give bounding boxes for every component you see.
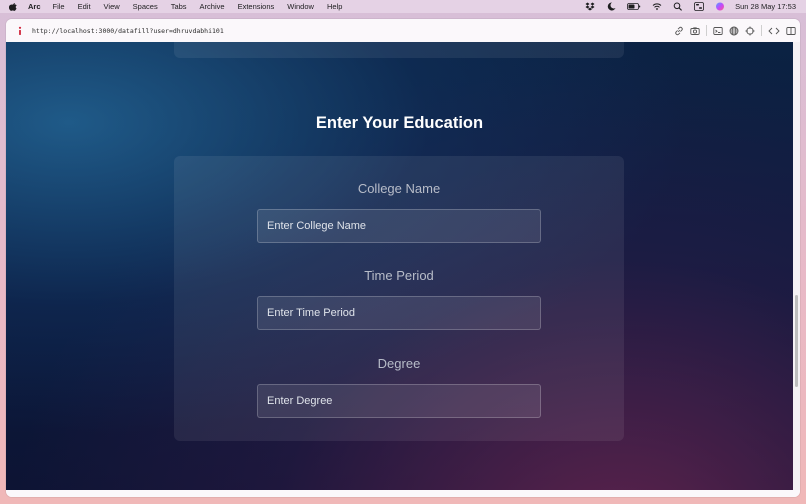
wifi-icon[interactable] xyxy=(652,2,662,11)
toolbar-divider xyxy=(761,25,762,36)
previous-section-card xyxy=(174,42,624,58)
dropbox-icon[interactable] xyxy=(585,2,595,11)
degree-input[interactable] xyxy=(257,384,541,418)
toolbar-divider xyxy=(706,25,707,36)
spotlight-search-icon[interactable] xyxy=(673,2,683,11)
macos-menu-bar: Arc File Edit View Spaces Tabs Archive E… xyxy=(0,0,806,13)
menubar-clock[interactable]: Sun 28 May 17:53 xyxy=(735,2,796,11)
menu-extensions[interactable]: Extensions xyxy=(238,2,275,11)
menu-help[interactable]: Help xyxy=(327,2,342,11)
menu-tabs[interactable]: Tabs xyxy=(171,2,187,11)
browser-toolbar xyxy=(668,19,796,42)
menu-edit[interactable]: Edit xyxy=(78,2,91,11)
menu-file[interactable]: File xyxy=(53,2,65,11)
menubar-status-area: Sun 28 May 17:53 xyxy=(574,0,796,13)
link-icon[interactable] xyxy=(674,26,684,36)
site-info-icon[interactable] xyxy=(16,26,24,36)
sidebar-icon[interactable] xyxy=(786,26,796,36)
terminal-icon[interactable] xyxy=(713,26,723,36)
page-scrollbar[interactable] xyxy=(793,42,800,490)
menu-archive[interactable]: Archive xyxy=(200,2,225,11)
globe-icon[interactable] xyxy=(729,26,739,36)
target-icon[interactable] xyxy=(745,26,755,36)
url-text[interactable]: http://localhost:3000/datafill?user=dhru… xyxy=(32,27,224,35)
app-menu-arc[interactable]: Arc xyxy=(28,2,41,11)
education-form-card: College Name Time Period Degree xyxy=(174,156,624,441)
scrollbar-thumb[interactable] xyxy=(795,295,798,387)
degree-label: Degree xyxy=(377,356,421,371)
battery-icon[interactable] xyxy=(627,2,641,11)
menu-spaces[interactable]: Spaces xyxy=(133,2,158,11)
menu-view[interactable]: View xyxy=(104,2,120,11)
url-bar: http://localhost:3000/datafill?user=dhru… xyxy=(6,19,800,42)
camera-icon[interactable] xyxy=(690,26,700,36)
moon-icon[interactable] xyxy=(606,2,616,11)
apple-logo-icon[interactable] xyxy=(9,2,18,11)
page-viewport: Enter Your Education College Name Time P… xyxy=(6,42,793,490)
college-name-input[interactable] xyxy=(257,209,541,243)
time-period-input[interactable] xyxy=(257,296,541,330)
college-name-label: College Name xyxy=(357,181,441,196)
time-period-label: Time Period xyxy=(364,268,434,283)
window-bottom-edge xyxy=(6,490,800,497)
control-center-icon[interactable] xyxy=(694,2,705,11)
browser-window: http://localhost:3000/datafill?user=dhru… xyxy=(6,19,800,497)
education-section-title: Enter Your Education xyxy=(315,114,484,132)
siri-icon[interactable] xyxy=(715,2,725,11)
code-icon[interactable] xyxy=(768,26,780,36)
menu-window[interactable]: Window xyxy=(287,2,314,11)
